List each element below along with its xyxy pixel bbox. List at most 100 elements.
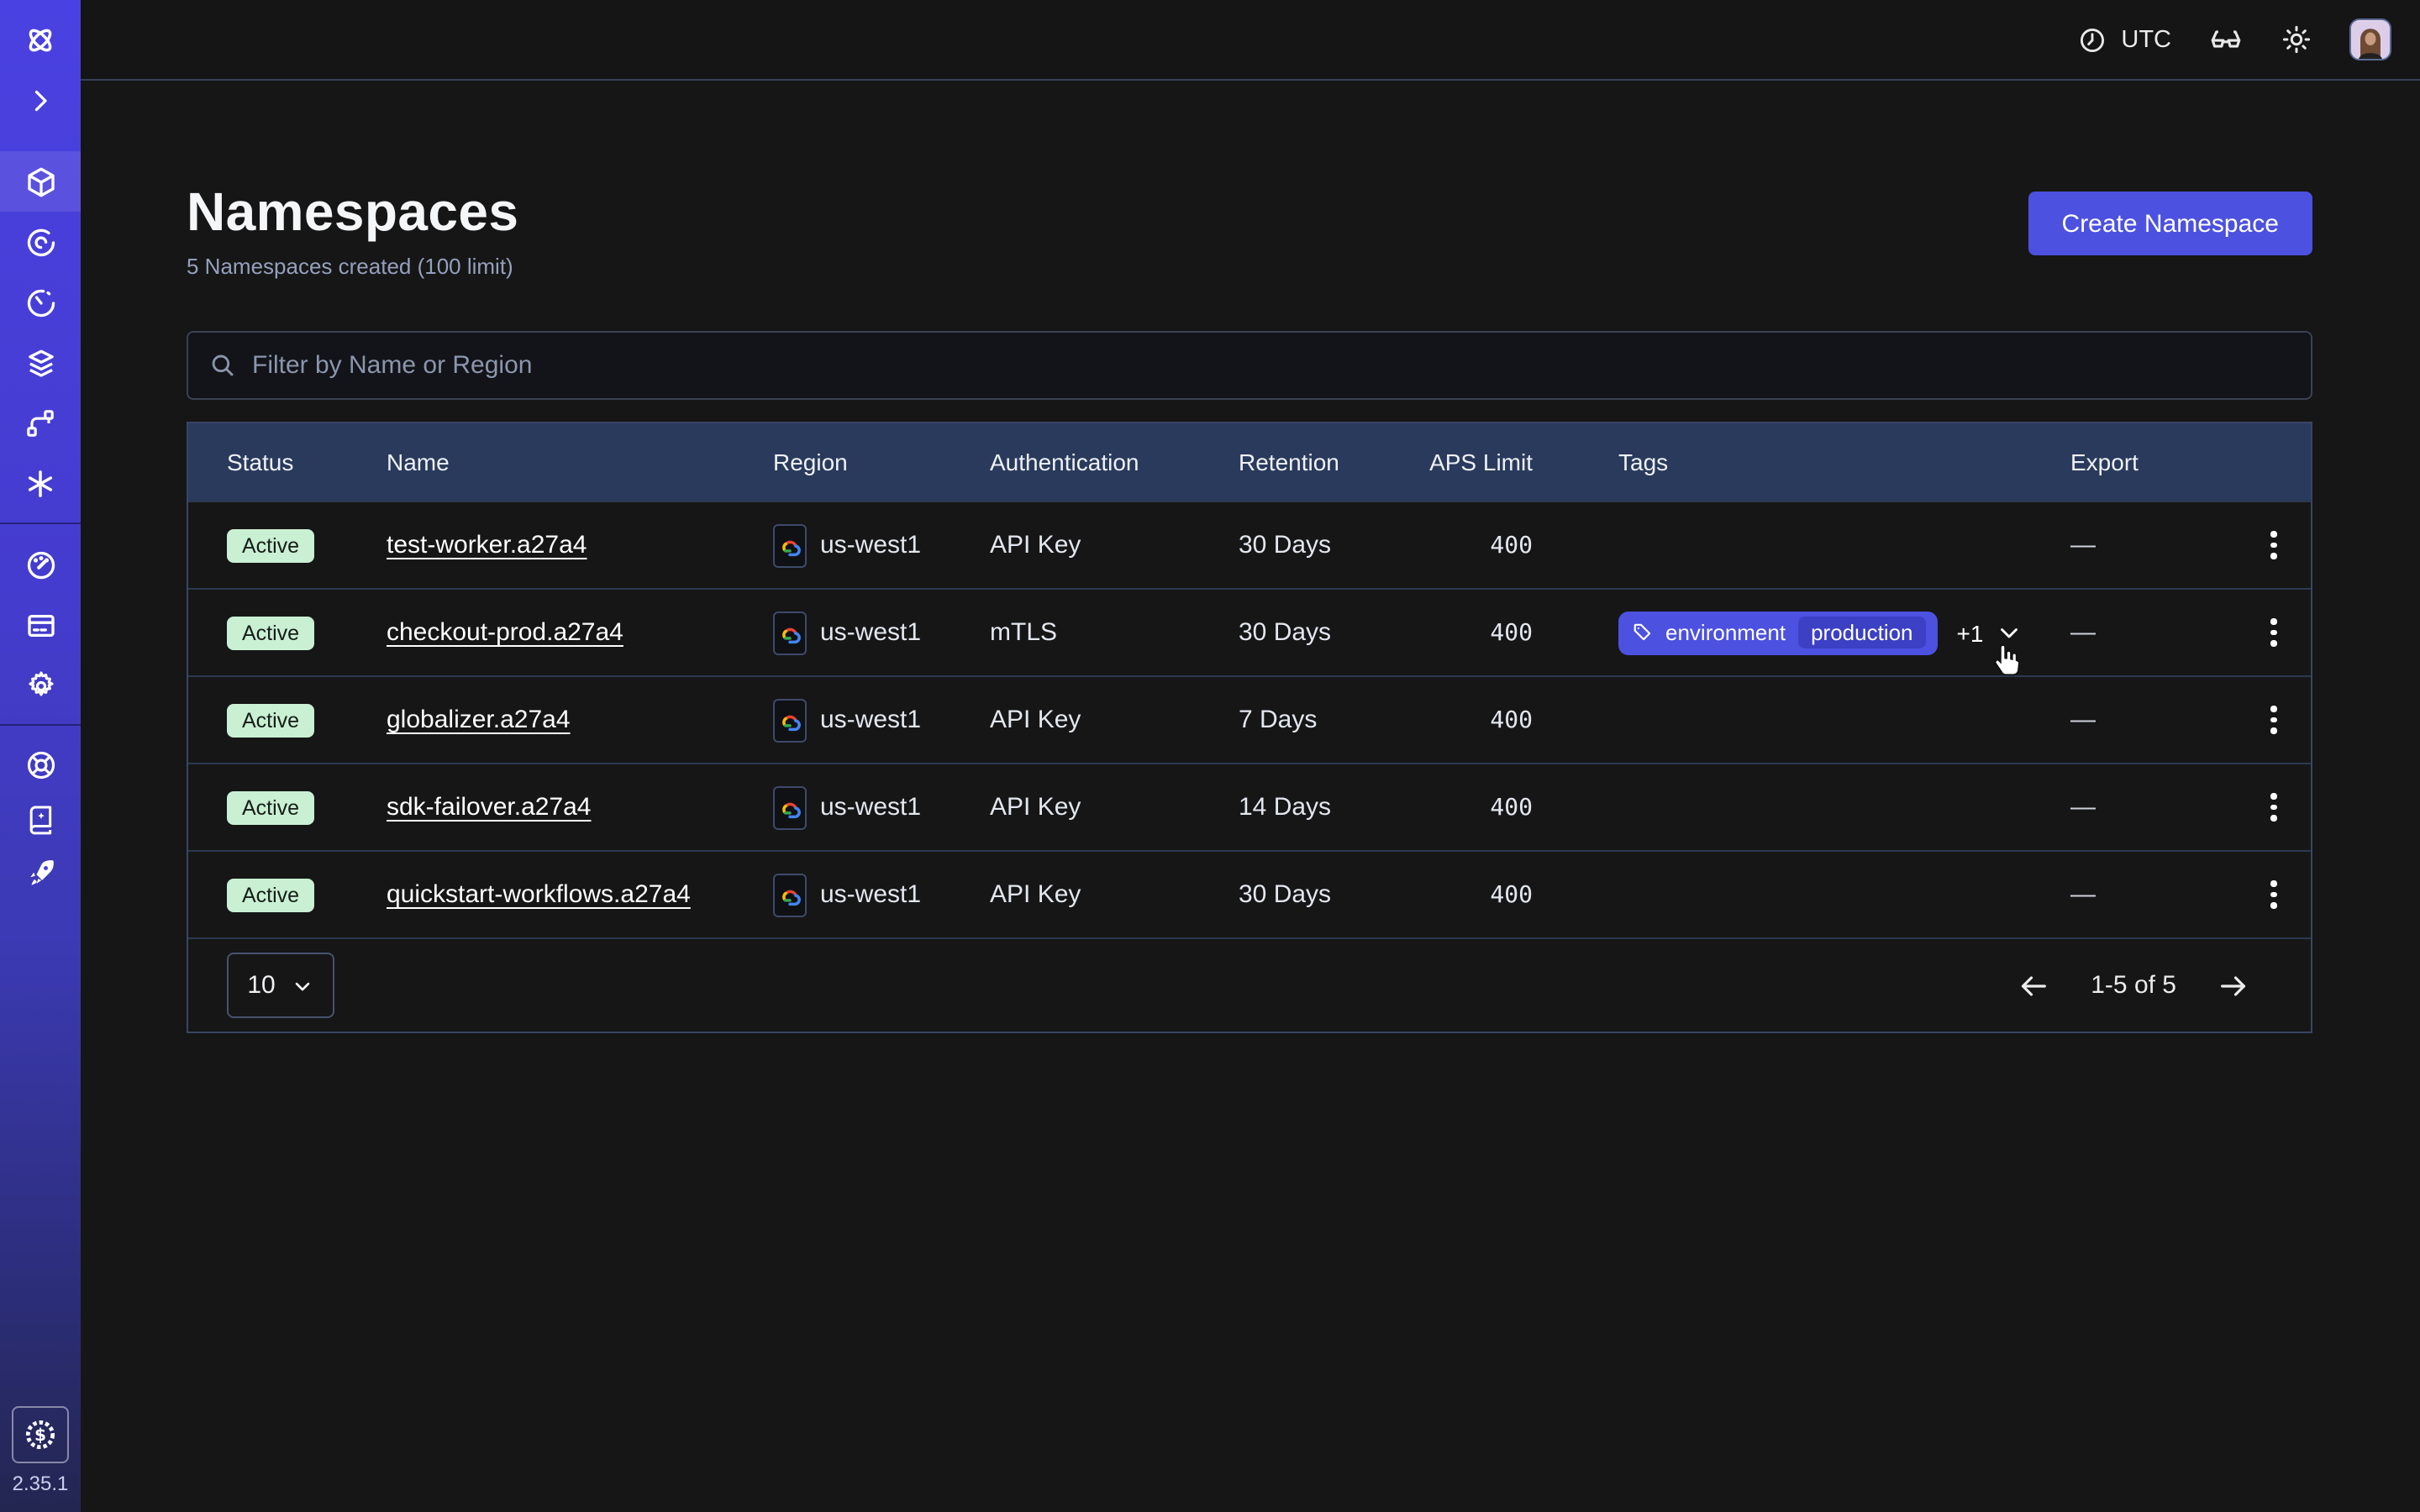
export-cell: — [2070, 618, 2237, 647]
namespace-link[interactable]: globalizer.a27a4 [387, 706, 571, 734]
row-menu-button[interactable] [2265, 525, 2284, 566]
previous-page-button[interactable] [2017, 969, 2050, 1002]
status-badge: Active [227, 703, 314, 737]
user-avatar[interactable] [2349, 18, 2391, 60]
sidebar: $ 2.35.1 [0, 0, 81, 1512]
page-size-select[interactable]: 10 [227, 953, 334, 1018]
timezone-label: UTC [2121, 26, 2171, 53]
filter-input[interactable] [252, 351, 2291, 380]
sidebar-item-getting-started[interactable] [0, 843, 81, 904]
timezone-selector[interactable]: UTC [2077, 24, 2171, 55]
sidebar-item-deployments[interactable] [0, 333, 81, 393]
labs-glasses-icon[interactable] [2208, 22, 2244, 57]
authentication-cell: API Key [990, 706, 1239, 734]
gcp-region-icon [773, 785, 807, 829]
tags-cell: environment production +1 [1536, 611, 2070, 654]
region-label: us-west1 [820, 618, 921, 647]
table-footer: 10 1-5 of 5 [188, 937, 2311, 1032]
retention-cell: 30 Days [1239, 531, 1407, 559]
sidebar-divider [0, 522, 81, 524]
sidebar-item-nexus[interactable] [0, 393, 81, 454]
pagination: 1-5 of 5 [2017, 969, 2250, 1002]
status-badge: Active [227, 616, 314, 649]
sidebar-divider [0, 724, 81, 726]
sidebar-item-batch-operations[interactable] [0, 454, 81, 514]
namespace-link[interactable]: test-worker.a27a4 [387, 531, 587, 559]
row-menu-button[interactable] [2265, 787, 2284, 828]
retention-cell: 7 Days [1239, 706, 1407, 734]
column-header-name: Name [387, 449, 773, 475]
chevron-down-icon [291, 974, 314, 997]
region-label: us-west1 [820, 706, 921, 734]
retention-cell: 30 Days [1239, 880, 1407, 909]
sidebar-expand-chevron-icon[interactable] [0, 71, 81, 131]
sidebar-item-usage[interactable] [0, 534, 81, 595]
billing-badge-icon[interactable]: $ [12, 1406, 69, 1463]
app-viewport: $ 2.35.1 UTC [0, 0, 2420, 1512]
main-area: UTC [81, 0, 2420, 1512]
sidebar-item-billing[interactable] [0, 595, 81, 655]
table-header-row: Status Name Region Authentication Retent… [188, 423, 2311, 501]
aps-limit-cell: 400 [1407, 706, 1536, 733]
region-label: us-west1 [820, 880, 921, 909]
namespace-link[interactable]: quickstart-workflows.a27a4 [387, 880, 691, 909]
column-header-tags: Tags [1536, 449, 2070, 475]
namespaces-table: Status Name Region Authentication Retent… [187, 422, 2312, 1033]
export-cell: — [2070, 880, 2237, 909]
page-content: Namespaces 5 Namespaces created (100 lim… [81, 181, 2420, 1033]
sidebar-item-workflows[interactable] [0, 212, 81, 272]
gcp-region-icon [773, 523, 807, 567]
sidebar-item-namespaces[interactable] [0, 151, 81, 212]
column-header-export: Export [2070, 449, 2237, 475]
filter-bar [187, 331, 2312, 400]
row-menu-button[interactable] [2265, 874, 2284, 916]
region-label: us-west1 [820, 531, 921, 559]
column-header-aps-limit: APS Limit [1407, 449, 1536, 475]
tag-icon [1632, 622, 1654, 643]
theme-toggle-sun-icon[interactable] [2281, 24, 2312, 55]
tag-badge[interactable]: environment production [1618, 611, 1939, 654]
region-label: us-west1 [820, 793, 921, 822]
aps-limit-cell: 400 [1407, 881, 1536, 908]
tag-key: environment [1665, 620, 1786, 645]
row-menu-button[interactable] [2265, 612, 2284, 654]
sidebar-item-schedules[interactable] [0, 272, 81, 333]
row-menu-button[interactable] [2265, 700, 2284, 741]
tags-expand-chevron-icon[interactable] [1995, 618, 2023, 647]
app-version: 2.35.1 [0, 1472, 81, 1495]
gcp-region-icon [773, 698, 807, 742]
pagination-range-label: 1-5 of 5 [2091, 971, 2176, 1000]
export-cell: — [2070, 531, 2237, 559]
page-size-value: 10 [247, 971, 275, 1000]
export-cell: — [2070, 793, 2237, 822]
status-badge: Active [227, 878, 314, 911]
next-page-button[interactable] [2217, 969, 2250, 1002]
namespace-link[interactable]: checkout-prod.a27a4 [387, 618, 623, 647]
retention-cell: 14 Days [1239, 793, 1407, 822]
aps-limit-cell: 400 [1407, 619, 1536, 646]
tag-value: production [1797, 617, 1926, 648]
aps-limit-cell: 400 [1407, 532, 1536, 559]
table-row: Active quickstart-workflows.a27a4 us-wes… [188, 850, 2311, 937]
gcp-region-icon [773, 873, 807, 916]
page-subtitle: 5 Namespaces created (100 limit) [187, 254, 518, 279]
column-header-status: Status [227, 449, 387, 475]
export-cell: — [2070, 706, 2237, 734]
sidebar-item-support[interactable] [0, 734, 81, 795]
clock-icon [2077, 24, 2107, 55]
page-title: Namespaces [187, 181, 518, 244]
table-row: Active sdk-failover.a27a4 us-west1 API K… [188, 763, 2311, 850]
create-namespace-button[interactable]: Create Namespace [2028, 192, 2312, 255]
authentication-cell: API Key [990, 531, 1239, 559]
sidebar-item-settings[interactable] [0, 655, 81, 716]
column-header-authentication: Authentication [990, 449, 1239, 475]
retention-cell: 30 Days [1239, 618, 1407, 647]
search-icon [208, 351, 237, 380]
column-header-retention: Retention [1239, 449, 1407, 475]
temporal-logo-icon[interactable] [0, 10, 81, 71]
authentication-cell: mTLS [990, 618, 1239, 647]
namespace-link[interactable]: sdk-failover.a27a4 [387, 793, 592, 822]
table-row: Active test-worker.a27a4 us-west1 API Ke… [188, 501, 2311, 588]
sidebar-item-docs[interactable] [0, 790, 81, 850]
tags-more-count: +1 [1957, 619, 1984, 646]
